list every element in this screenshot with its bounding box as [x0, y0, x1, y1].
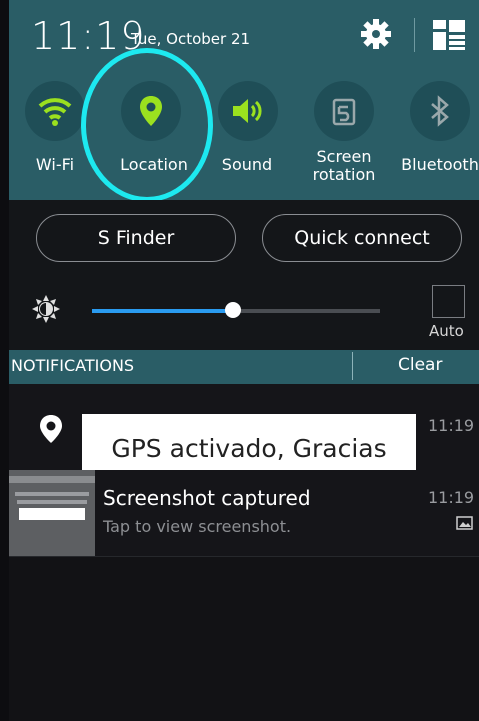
image-icon	[456, 516, 473, 530]
location-pin-icon	[40, 415, 62, 443]
date-label: Tue, October 21	[131, 30, 251, 48]
screen-rotation-label: Screen rotation	[312, 147, 376, 184]
bluetooth-toggle[interactable]	[410, 81, 470, 141]
bluetooth-icon	[431, 95, 449, 127]
clear-button[interactable]: Clear	[398, 355, 442, 375]
divider	[414, 18, 415, 52]
brightness-fill	[92, 309, 233, 313]
gear-icon[interactable]	[360, 18, 392, 50]
screenshot-thumbnail	[9, 470, 95, 556]
quick-connect-button[interactable]: Quick connect	[262, 214, 462, 262]
notification-time: 11:19	[428, 488, 475, 507]
grid-edit-icon[interactable]	[433, 20, 465, 50]
brightness-slider-thumb[interactable]	[225, 302, 241, 318]
screen-rotation-toggle[interactable]	[314, 81, 374, 141]
wifi-icon	[38, 98, 72, 126]
auto-brightness-checkbox[interactable]	[432, 285, 465, 318]
sound-label: Sound	[221, 155, 273, 174]
screen-rotation-icon	[332, 98, 356, 126]
s-finder-button[interactable]: S Finder	[36, 214, 236, 262]
empty-area	[9, 557, 479, 721]
brightness-icon	[32, 295, 60, 323]
bluetooth-label: Bluetooth	[401, 155, 479, 174]
auto-brightness-label: Auto	[429, 322, 464, 340]
wifi-toggle[interactable]	[25, 81, 85, 141]
speaker-icon	[233, 99, 262, 123]
divider	[352, 352, 353, 380]
notification-subtitle: Tap to view screenshot.	[103, 517, 292, 536]
notification-title: Screenshot captured	[103, 486, 311, 510]
notification-time: 11:19	[428, 416, 475, 435]
notifications-title: NOTIFICATIONS	[11, 356, 135, 375]
brightness-row	[9, 280, 479, 350]
sound-toggle[interactable]	[218, 81, 278, 141]
highlight-circle	[81, 48, 213, 202]
